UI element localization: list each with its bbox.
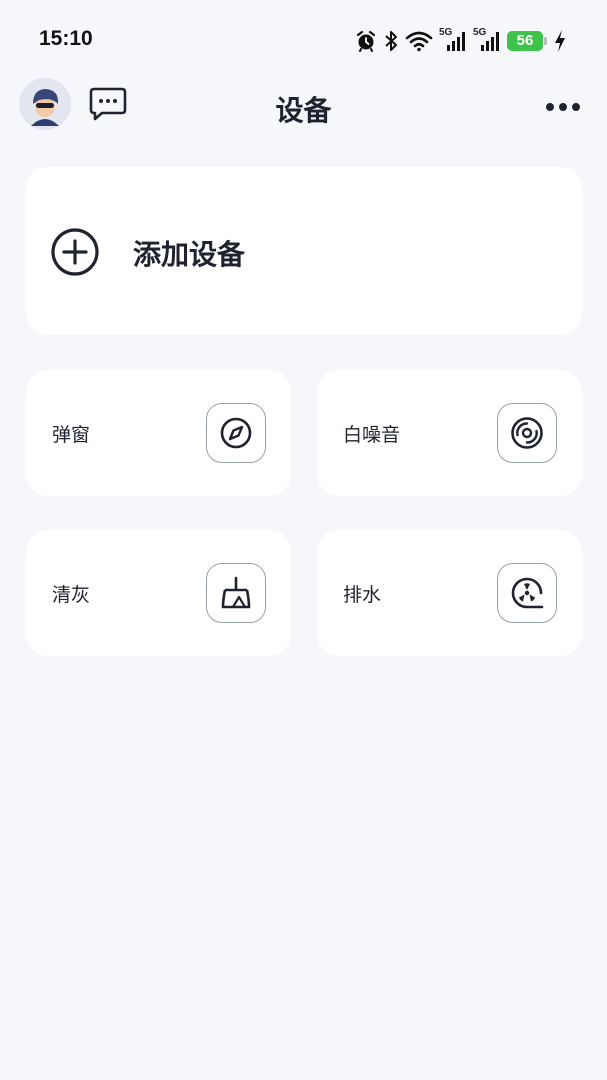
mode-card-white-noise[interactable]: 白噪音 <box>317 370 582 496</box>
status-icons: 5G 5G 56 <box>355 27 567 54</box>
cell-signal-1: 5G <box>439 27 467 53</box>
disc-icon <box>497 403 557 463</box>
mode-card-drain[interactable]: 排水 <box>317 530 582 656</box>
more-dots-icon <box>546 103 580 111</box>
broom-icon <box>206 563 266 623</box>
mode-card-popup[interactable]: 弹窗 <box>26 370 291 496</box>
more-button[interactable] <box>545 98 581 111</box>
mode-card-dust-clean[interactable]: 清灰 <box>26 530 291 656</box>
status-time: 15:10 <box>39 27 93 50</box>
signal-bars-icon <box>447 32 465 51</box>
status-bar: 15:10 5G 5G 56 <box>0 0 607 80</box>
charging-bolt-icon <box>555 30 565 52</box>
mode-label: 清灰 <box>52 584 91 606</box>
mode-label: 弹窗 <box>52 424 91 446</box>
compass-icon <box>206 403 266 463</box>
header: 设备 <box>0 76 607 136</box>
signal-bars-icon <box>481 32 499 51</box>
page-title: 设备 <box>275 94 332 127</box>
cell-signal-2: 5G <box>473 27 501 53</box>
wifi-icon <box>405 31 433 52</box>
mode-label: 白噪音 <box>343 424 401 446</box>
bluetooth-icon <box>385 31 397 51</box>
plus-circle-icon <box>50 227 100 277</box>
add-device-label: 添加设备 <box>133 238 246 271</box>
fan-drain-icon <box>497 563 557 623</box>
battery-indicator: 56 <box>507 31 547 51</box>
mode-label: 排水 <box>343 584 382 606</box>
add-device-card[interactable]: 添加设备 <box>26 167 582 335</box>
alarm-icon <box>356 30 376 52</box>
